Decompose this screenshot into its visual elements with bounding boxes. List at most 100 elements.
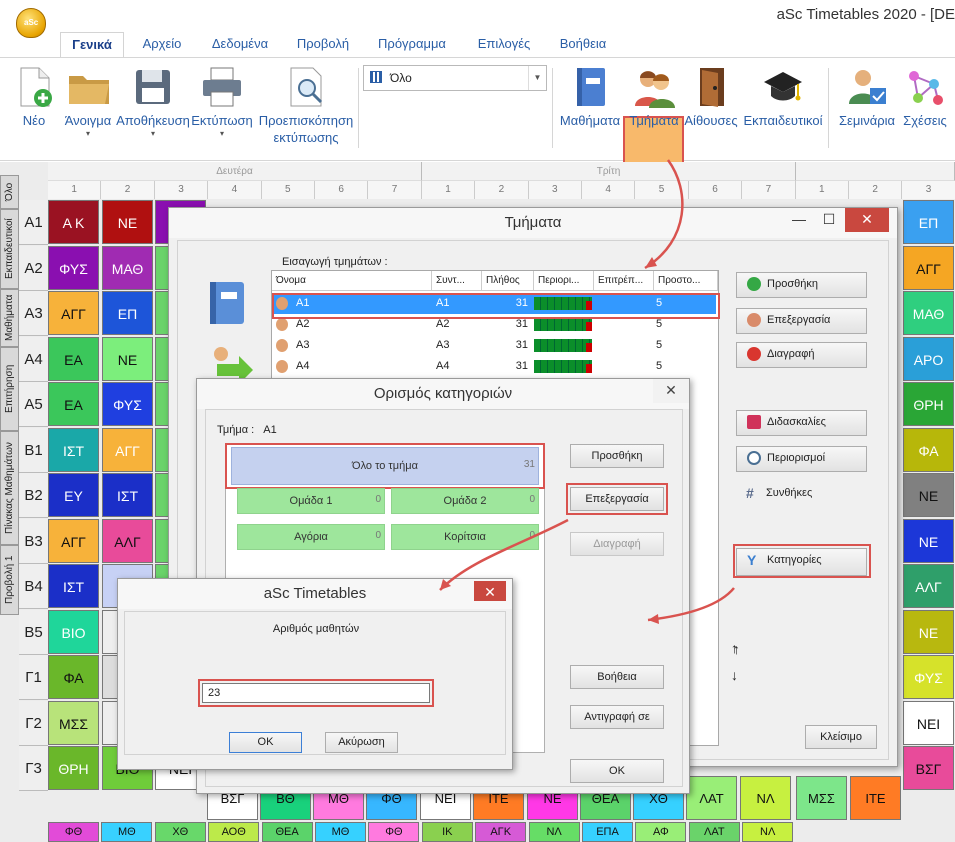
class-row-header[interactable]: Α2	[19, 245, 48, 291]
add-class-button[interactable]: Προσθήκη	[736, 272, 867, 298]
subjects-button[interactable]: Μαθήματα	[558, 66, 622, 129]
class-row-header[interactable]: Β1	[19, 427, 48, 473]
app-logo-icon[interactable]: aSc	[16, 8, 46, 38]
lesson-cell[interactable]: ΜΘ	[315, 822, 366, 842]
move-down-icon[interactable]: ↓	[731, 667, 738, 683]
lesson-cell[interactable]: ΕΠ	[903, 200, 954, 244]
lesson-cell[interactable]: ΝΛ	[742, 822, 794, 842]
lesson-cell[interactable]: ΑΛΓ	[102, 518, 153, 563]
col-header-name[interactable]: Όνομα	[272, 271, 432, 291]
lesson-cell[interactable]: ΑΓΓ	[48, 518, 99, 563]
limits-button[interactable]: Περιορισμοί	[736, 446, 867, 472]
group-item[interactable]: Κορίτσια 0	[391, 524, 539, 550]
lesson-cell[interactable]: ΦΥΣ	[48, 245, 99, 290]
close-dialog-button[interactable]: Κλείσιμο	[805, 725, 877, 749]
lesson-cell[interactable]: ΜΣΣ	[48, 700, 99, 745]
col-header-count[interactable]: Πλήθος	[482, 271, 534, 291]
group-item[interactable]: Ομάδα 10	[237, 488, 385, 514]
open-button[interactable]: Άνοιγμα ▾	[60, 66, 116, 139]
lesson-cell[interactable]: ΦΘ	[48, 822, 99, 842]
class-row-header[interactable]: Α3	[19, 291, 48, 336]
help-button[interactable]: Βοήθεια	[570, 665, 664, 689]
tab-general[interactable]: Γενικά	[60, 32, 124, 58]
lesson-cell[interactable]: ΛΑΤ	[686, 776, 737, 820]
side-tab-all[interactable]: Όλο	[0, 175, 19, 209]
lesson-cell[interactable]: ΝΕ	[903, 609, 954, 654]
tab-timetable[interactable]: Πρόγραμμα	[370, 32, 454, 58]
lesson-cell[interactable]: ΜΑΘ	[903, 291, 954, 335]
lesson-cell[interactable]: ΙΚ	[421, 822, 473, 842]
tab-file[interactable]: Αρχείο	[132, 32, 192, 58]
lesson-cell[interactable]: ΑΡΟ	[903, 336, 954, 381]
side-tab-subjects[interactable]: Μαθήματα	[0, 289, 19, 347]
lesson-cell[interactable]: ΙΤΕ	[850, 776, 901, 820]
lesson-cell[interactable]: ΒΣΓ	[903, 746, 954, 790]
maximize-icon[interactable]: ☐	[815, 208, 843, 232]
lesson-cell[interactable]: ΜΣΣ	[796, 776, 847, 820]
class-row-header[interactable]: Γ3	[19, 746, 48, 791]
lesson-cell[interactable]: ΦΥΣ	[903, 655, 954, 699]
close-icon[interactable]: ✕	[653, 379, 689, 403]
tab-options[interactable]: Επιλογές	[468, 32, 540, 58]
copy-to-button[interactable]: Αντιγραφή σε	[570, 705, 664, 729]
print-button[interactable]: Εκτύπωση ▾	[190, 66, 254, 139]
class-row-header[interactable]: Β4	[19, 564, 48, 609]
lesson-cell[interactable]: ΧΘ	[154, 822, 206, 842]
chevron-down-icon[interactable]: ▼	[528, 66, 546, 90]
ok-button[interactable]: OK	[229, 732, 302, 753]
close-icon[interactable]: ✕	[474, 581, 506, 601]
lesson-cell[interactable]: ΑΓΓ	[48, 291, 99, 335]
move-up-icon[interactable]: ↑	[731, 640, 738, 656]
lesson-cell[interactable]: ΜΑΘ	[102, 245, 153, 290]
rooms-button[interactable]: Αίθουσες	[684, 66, 738, 129]
col-header-extra[interactable]: Προστο...	[654, 271, 718, 291]
lesson-cell[interactable]: ΕΑ	[48, 336, 99, 381]
delete-class-button[interactable]: Διαγραφή	[736, 342, 867, 368]
lesson-cell[interactable]: ΙΣΤ	[102, 473, 153, 517]
lesson-cell[interactable]: ΝΕ	[102, 336, 153, 381]
lessons-button[interactable]: Διδασκαλίες	[736, 410, 867, 436]
col-header-short[interactable]: Συντ...	[432, 271, 482, 291]
relations-button[interactable]: Σχέσεις	[900, 66, 950, 129]
class-row-header[interactable]: Γ1	[19, 655, 48, 700]
lesson-cell[interactable]: ΛΑΤ	[688, 822, 740, 842]
lesson-cell[interactable]: ΜΘ	[101, 822, 153, 842]
class-row-header[interactable]: Β3	[19, 518, 48, 564]
side-tab-lessons-table[interactable]: Πίνακας Μαθημάτων	[0, 431, 19, 545]
lesson-cell[interactable]: ΑΛΓ	[903, 564, 954, 608]
class-list-row[interactable]: Α3 Α3 31 5	[272, 335, 716, 356]
tab-view[interactable]: Προβολή	[288, 32, 358, 58]
class-row-header[interactable]: Β5	[19, 609, 48, 655]
lesson-cell[interactable]: ΑΟΘ	[208, 822, 260, 842]
class-row-header[interactable]: Γ2	[19, 700, 48, 746]
class-row-header[interactable]: Β2	[19, 473, 48, 518]
add-category-button[interactable]: Προσθήκη	[570, 444, 664, 468]
col-header-allowed[interactable]: Επιτρέπ...	[594, 271, 654, 291]
group-item[interactable]: Αγόρια 0	[237, 524, 385, 550]
lesson-cell[interactable]: ΕΠΑ	[582, 822, 633, 842]
ok-button[interactable]: ΟΚ	[570, 759, 664, 783]
group-item[interactable]: Ομάδα 20	[391, 488, 539, 514]
lesson-cell[interactable]: ΦΑ	[48, 655, 99, 699]
tab-data[interactable]: Δεδομένα	[202, 32, 278, 58]
view-select[interactable]: Όλο ▼	[363, 65, 547, 91]
cancel-button[interactable]: Ακύρωση	[325, 732, 398, 753]
teachers-button[interactable]: Εκπαιδευτικοί	[740, 66, 826, 129]
lesson-cell[interactable]: ΘΕΑ	[261, 822, 313, 842]
lesson-cell[interactable]: Α Κ	[48, 200, 99, 244]
minimize-icon[interactable]: —	[785, 208, 813, 232]
lesson-cell[interactable]: ΒΙΟ	[48, 609, 99, 654]
save-button[interactable]: Αποθήκευση ▾	[116, 66, 190, 139]
lesson-cell[interactable]: ΙΣΤ	[48, 564, 99, 608]
lesson-cell[interactable]: ΦΘ	[368, 822, 420, 842]
class-list-row[interactable]: Α4 Α4 31 5	[272, 356, 716, 377]
class-row-header[interactable]: Α4	[19, 336, 48, 382]
lesson-cell[interactable]: ΝΕ	[903, 473, 954, 517]
class-row-header[interactable]: Α1	[19, 200, 48, 245]
print-preview-button[interactable]: Προεπισκόπηση εκτύπωσης	[256, 66, 356, 146]
lesson-cell[interactable]: ΑΓΓ	[102, 427, 153, 472]
side-tab-teachers[interactable]: Εκπαιδευτικοί	[0, 209, 19, 289]
lesson-cell[interactable]: ΝΕ	[102, 200, 153, 244]
lesson-cell[interactable]: ΕΑ	[48, 382, 99, 426]
classes-button[interactable]: Τμήματα	[624, 66, 684, 129]
